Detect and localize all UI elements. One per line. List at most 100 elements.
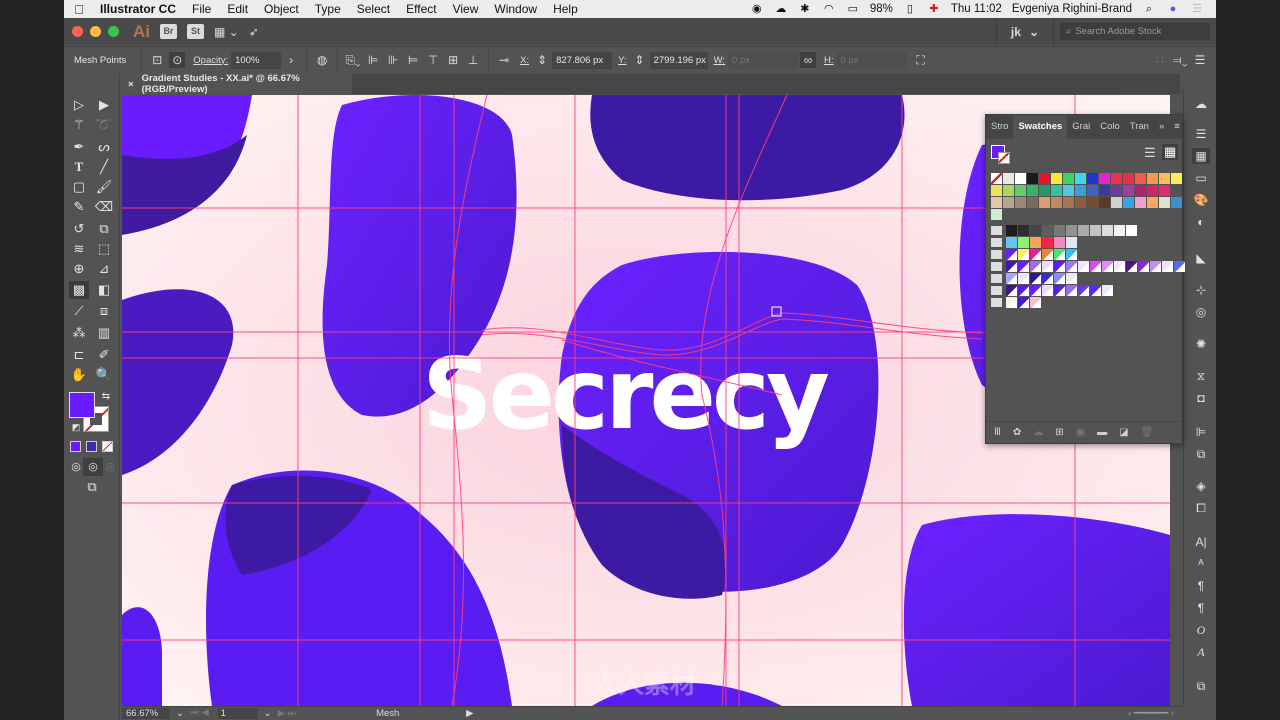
tab-color[interactable]: Colo: [1095, 115, 1125, 139]
gradient-panel-icon[interactable]: ▭: [1192, 170, 1210, 186]
swatch[interactable]: [1087, 197, 1098, 208]
artboard-dropdown-icon[interactable]: ⌄: [264, 708, 272, 719]
swatch[interactable]: [1090, 225, 1101, 236]
swatch[interactable]: [1078, 261, 1089, 272]
eyedropper-tool-icon[interactable]: ⟋: [69, 302, 89, 320]
swatch[interactable]: [1111, 173, 1122, 184]
menu-view[interactable]: View: [445, 2, 487, 16]
swatch[interactable]: [1018, 237, 1029, 248]
color-group-folder-icon[interactable]: [991, 262, 1002, 271]
color-panel-icon[interactable]: 🎨: [1192, 192, 1210, 208]
align-center-icon[interactable]: ⊪: [385, 52, 401, 68]
draw-inside-icon[interactable]: ◎: [100, 458, 120, 476]
document-tab[interactable]: × Gradient Studies - XX.ai* @ 66.67% (RG…: [120, 73, 352, 95]
notification-center-icon[interactable]: ☰: [1190, 3, 1204, 15]
h-field[interactable]: 0 px: [836, 51, 907, 69]
delete-swatch-icon[interactable]: 🗑: [1141, 427, 1154, 438]
swatch[interactable]: [1135, 173, 1146, 184]
swatch[interactable]: [1054, 237, 1065, 248]
swatch[interactable]: [1087, 173, 1098, 184]
swatch[interactable]: [1066, 249, 1077, 260]
arrange-documents-icon[interactable]: ▦ ⌄: [214, 25, 239, 39]
swatch[interactable]: [991, 197, 1002, 208]
wifi-icon[interactable]: ◠: [822, 3, 836, 15]
swatches-panel-icon[interactable]: ▦: [1192, 148, 1210, 164]
glyphs-panel-icon[interactable]: A: [1192, 644, 1210, 660]
swatch[interactable]: [1039, 197, 1050, 208]
more-tabs-icon[interactable]: »: [1154, 115, 1169, 139]
swap-fill-stroke-icon[interactable]: ⇆: [96, 388, 116, 406]
swatch[interactable]: [1171, 197, 1182, 208]
swatch[interactable]: [1147, 197, 1158, 208]
swatch[interactable]: [1027, 185, 1038, 196]
swatch[interactable]: [991, 185, 1002, 196]
swatch[interactable]: [1039, 173, 1050, 184]
menu-select[interactable]: Select: [349, 2, 398, 16]
color-group-folder-icon[interactable]: [991, 286, 1002, 295]
snap-pixel-icon[interactable]: ⫤⌄: [1172, 52, 1188, 68]
recolor-artwork-icon[interactable]: ◍: [314, 52, 330, 68]
scale-tool-icon[interactable]: ⧉: [94, 220, 114, 238]
minimize-window-button[interactable]: [90, 26, 101, 37]
artboards-panel-icon[interactable]: ⧠: [1192, 500, 1210, 516]
color-group-folder-icon[interactable]: [991, 238, 1002, 247]
type-tool-icon[interactable]: T: [69, 158, 89, 176]
w-field[interactable]: 0 px: [728, 51, 799, 69]
swatch[interactable]: [1078, 225, 1089, 236]
airplay-icon[interactable]: ▭: [846, 3, 860, 15]
reference-point-icon[interactable]: ⊸: [496, 52, 512, 68]
swatch[interactable]: [1006, 261, 1017, 272]
color-guide-icon[interactable]: ◣: [1192, 250, 1210, 266]
zoom-window-button[interactable]: [108, 26, 119, 37]
swatch[interactable]: [1054, 261, 1065, 272]
swatch[interactable]: [1027, 197, 1038, 208]
menu-window[interactable]: Window: [486, 2, 545, 16]
swatch[interactable]: [1015, 197, 1026, 208]
stroke-panel-icon[interactable]: ☰: [1192, 126, 1210, 142]
swatch[interactable]: [1030, 261, 1041, 272]
swatch[interactable]: [1066, 261, 1077, 272]
transform-icon[interactable]: ⛶: [913, 52, 929, 68]
opacity-field[interactable]: 100%: [231, 51, 282, 69]
pathfinder-panel-icon[interactable]: ◎: [1192, 304, 1210, 320]
swatch[interactable]: [1123, 197, 1134, 208]
gpu-performance-icon[interactable]: ➶: [249, 25, 259, 39]
asset-export-icon[interactable]: ⧉: [1192, 678, 1210, 694]
swatch[interactable]: [1075, 173, 1086, 184]
none-mode-button[interactable]: [102, 441, 113, 452]
swatch[interactable]: [1054, 273, 1065, 284]
swatch[interactable]: [1147, 185, 1158, 196]
menu-object[interactable]: Object: [256, 2, 307, 16]
grid-view-icon[interactable]: ▦: [1162, 144, 1179, 160]
swatch[interactable]: [1066, 273, 1077, 284]
stock-button[interactable]: St: [187, 24, 204, 39]
swatch[interactable]: [1042, 249, 1053, 260]
warp-tool-icon[interactable]: ≋: [69, 240, 89, 258]
swatch[interactable]: [1042, 225, 1053, 236]
fill-color-swatch[interactable]: [69, 392, 95, 418]
swatch[interactable]: [1015, 173, 1026, 184]
swatch[interactable]: [1090, 285, 1101, 296]
app-menu[interactable]: Illustrator CC: [94, 2, 184, 16]
panel-stroke-swatch[interactable]: [998, 152, 1010, 164]
swatch[interactable]: [1102, 285, 1113, 296]
new-color-group-icon[interactable]: ▬: [1097, 427, 1107, 438]
siri-icon[interactable]: ●: [1166, 3, 1180, 15]
swatch-kind-icon[interactable]: ✿: [1013, 427, 1021, 438]
swatch[interactable]: [1114, 225, 1125, 236]
swatch[interactable]: [1066, 225, 1077, 236]
menu-help[interactable]: Help: [545, 2, 586, 16]
swatch[interactable]: [1042, 261, 1053, 272]
zoom-level-field[interactable]: 66.67%: [122, 708, 170, 719]
color-group-folder-icon[interactable]: [991, 226, 1002, 235]
menu-edit[interactable]: Edit: [219, 2, 256, 16]
swatch[interactable]: [1051, 173, 1062, 184]
opacity-label[interactable]: Opacity:: [193, 55, 228, 66]
swatch[interactable]: [1030, 237, 1041, 248]
color-mode-button[interactable]: [70, 441, 81, 452]
swatch-libraries-icon[interactable]: Ⅲ: [994, 427, 1001, 438]
tab-swatches[interactable]: Swatches: [1013, 115, 1068, 139]
align-top-icon[interactable]: ⊤: [425, 52, 441, 68]
lasso-tool-icon[interactable]: ➰: [94, 116, 114, 134]
new-swatch-icon[interactable]: ◪: [1119, 427, 1128, 438]
